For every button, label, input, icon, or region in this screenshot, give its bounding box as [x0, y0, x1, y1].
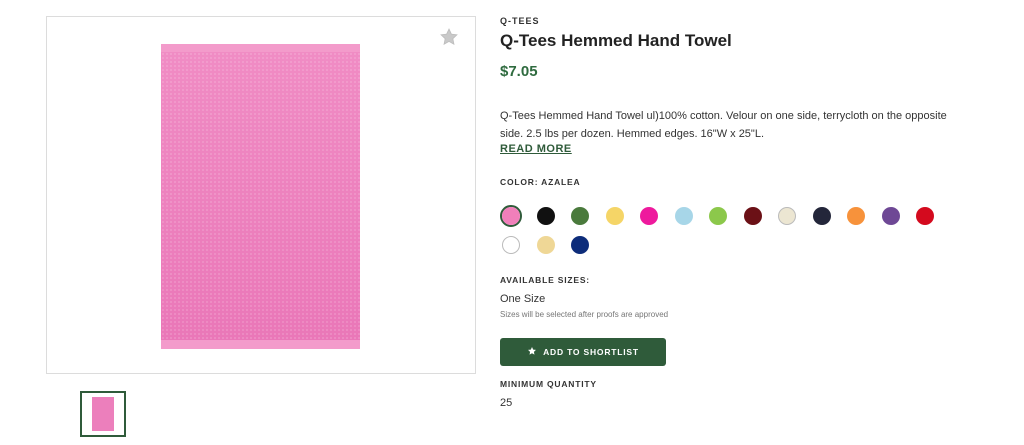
thumbnail-image[interactable]: [80, 391, 126, 437]
color-swatch-orange[interactable]: [847, 207, 865, 225]
color-swatch-olive[interactable]: [571, 207, 589, 225]
color-swatch-black[interactable]: [536, 207, 555, 225]
color-swatch-natural[interactable]: [778, 207, 796, 225]
add-to-shortlist-label: ADD TO SHORTLIST: [543, 347, 639, 357]
thumbnail-towel: [92, 397, 114, 431]
product-price: $7.05: [500, 63, 538, 80]
minimum-quantity-label: MINIMUM QUANTITY: [500, 379, 597, 389]
product-brand: Q-TEES: [500, 16, 540, 26]
color-swatch-maroon[interactable]: [743, 207, 762, 225]
product-image[interactable]: [161, 44, 360, 349]
color-swatch-purple[interactable]: [881, 207, 900, 225]
color-swatch-hot-pink[interactable]: [640, 207, 658, 225]
color-swatch-khaki[interactable]: [536, 236, 555, 254]
color-swatch-white[interactable]: [502, 236, 520, 254]
available-sizes-label: AVAILABLE SIZES:: [500, 275, 590, 285]
star-icon: [527, 346, 537, 358]
product-description: Q-Tees Hemmed Hand Towel ul)100% cotton.…: [500, 110, 947, 140]
product-image-frame: [46, 16, 476, 374]
color-swatch-light-blue[interactable]: [674, 207, 693, 225]
color-swatch-yellow[interactable]: [605, 207, 624, 225]
add-to-shortlist-button[interactable]: ADD TO SHORTLIST: [500, 338, 666, 366]
color-swatch-red[interactable]: [916, 207, 934, 225]
product-title: Q-Tees Hemmed Hand Towel: [500, 31, 732, 50]
read-more-link[interactable]: READ MORE: [500, 143, 572, 155]
color-swatch-navy[interactable]: [812, 207, 831, 225]
color-swatch-azalea[interactable]: [502, 207, 520, 225]
minimum-quantity-value: 25: [500, 397, 513, 409]
color-swatch-lime[interactable]: [709, 207, 727, 225]
size-note: Sizes will be selected after proofs are …: [500, 310, 669, 319]
color-label: COLOR: AZALEA: [500, 177, 581, 187]
size-value: One Size: [500, 293, 546, 305]
color-swatch-royal[interactable]: [571, 236, 589, 254]
favorite-star-icon[interactable]: [439, 27, 459, 47]
